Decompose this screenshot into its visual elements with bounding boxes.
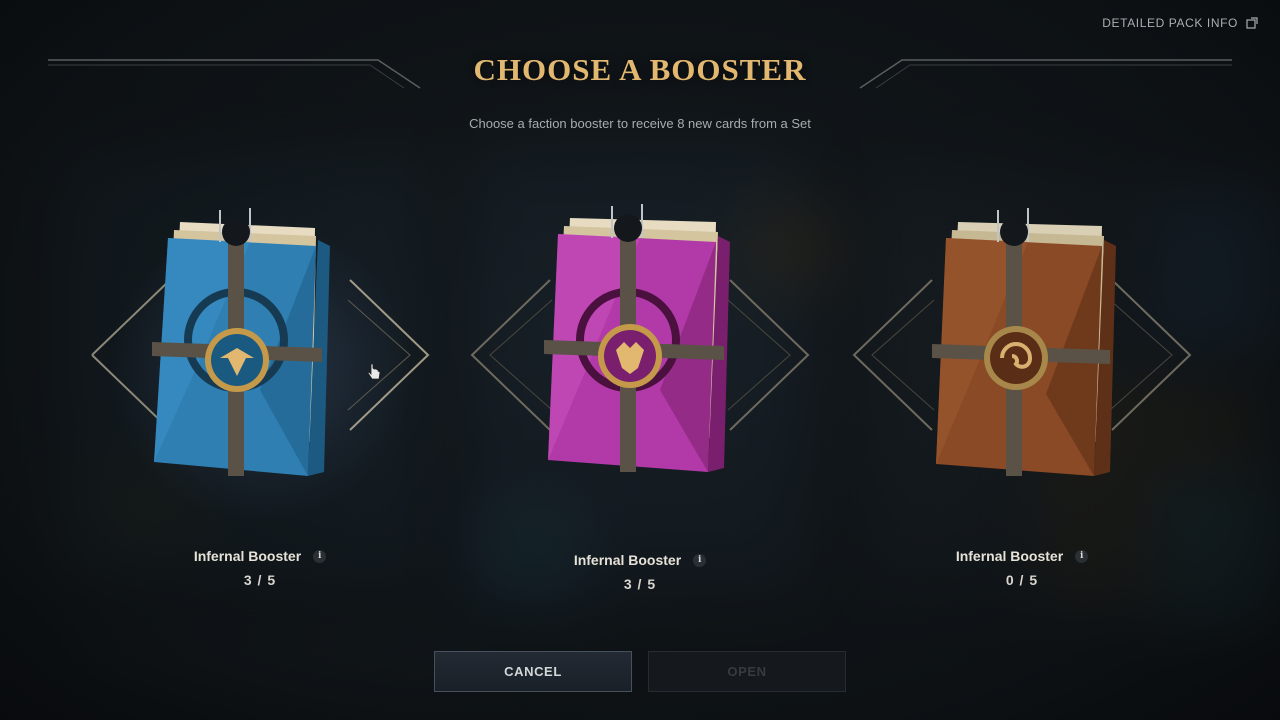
detailed-pack-info-label: DETAILED PACK INFO <box>1102 16 1238 30</box>
booster-pack-3[interactable]: Infernal Booster i 0 / 5 <box>842 180 1202 610</box>
page-title: CHOOSE A BOOSTER <box>473 52 807 87</box>
purple-booster-art <box>544 204 730 472</box>
cancel-button[interactable]: CANCEL <box>434 651 632 692</box>
pack-name: Infernal Booster i <box>194 548 327 564</box>
detailed-pack-info-link[interactable]: DETAILED PACK INFO <box>1102 16 1258 30</box>
pack-name: Infernal Booster i <box>956 548 1089 564</box>
orange-booster-art <box>932 208 1116 476</box>
pack-count: 3 / 5 <box>623 576 657 592</box>
booster-pack-1[interactable]: Infernal Booster i 3 / 5 <box>80 180 440 610</box>
info-icon[interactable]: i <box>693 553 707 567</box>
pack-count: 3 / 5 <box>243 572 277 588</box>
blue-booster-art <box>152 208 330 476</box>
info-icon[interactable]: i <box>1075 549 1089 563</box>
page-subtitle: Choose a faction booster to receive 8 ne… <box>469 116 811 131</box>
hand-cursor-icon <box>368 363 381 380</box>
pack-count: 0 / 5 <box>1005 572 1039 588</box>
booster-pack-2[interactable]: Infernal Booster i 3 / 5 <box>460 180 820 610</box>
open-button[interactable]: OPEN <box>648 651 846 692</box>
pack-name: Infernal Booster i <box>574 552 707 568</box>
info-icon[interactable]: i <box>313 549 327 563</box>
external-link-icon <box>1246 17 1258 29</box>
